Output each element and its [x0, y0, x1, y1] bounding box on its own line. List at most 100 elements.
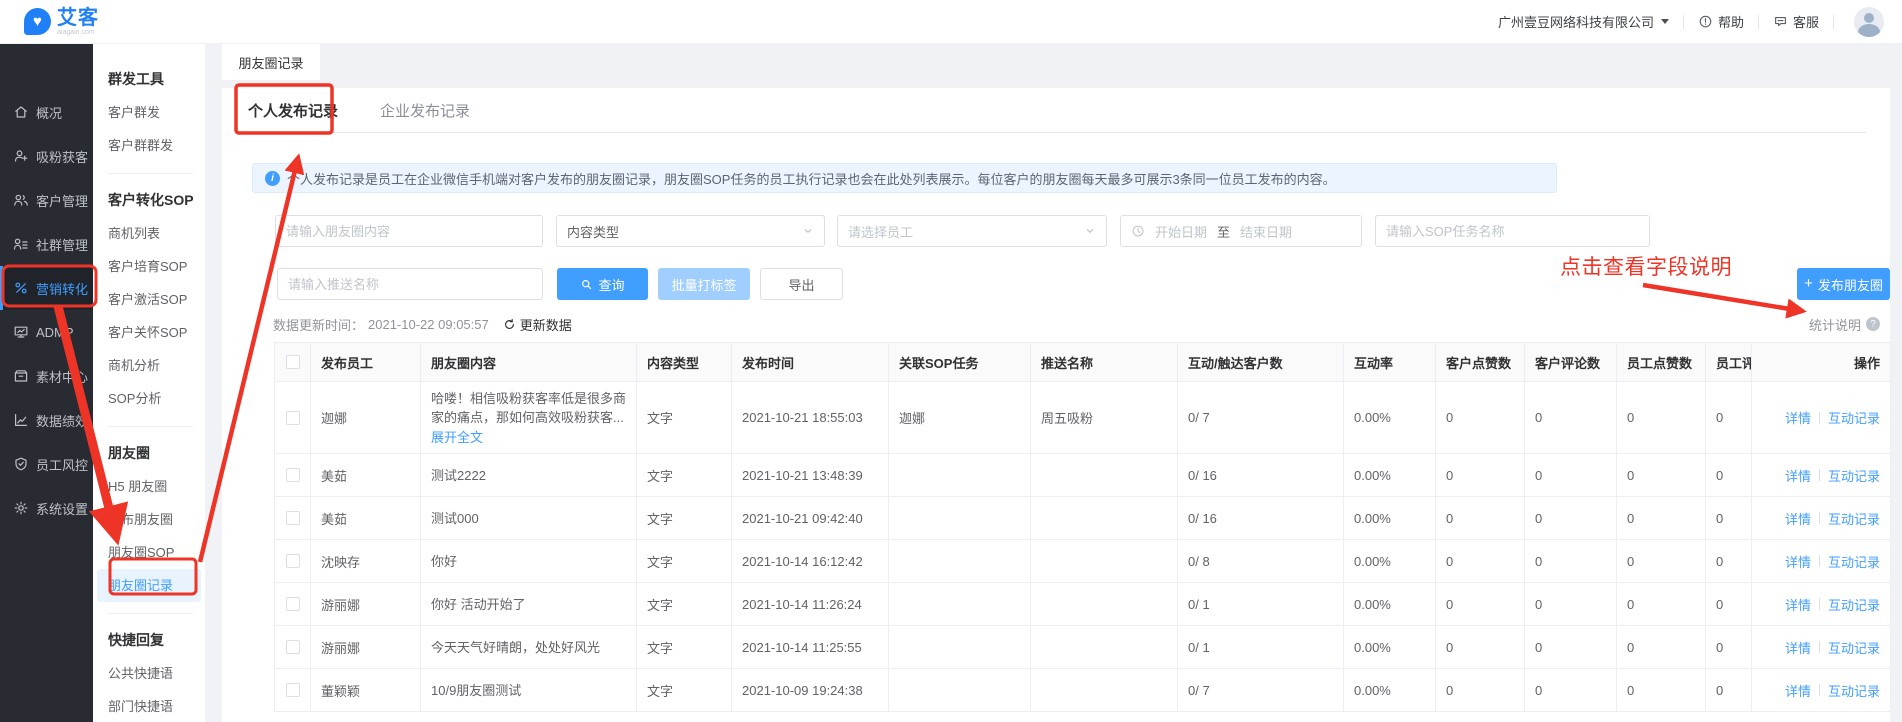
submenu-item-发布朋友圈[interactable]: 发布朋友圈 — [93, 503, 205, 536]
detail-link[interactable]: 详情 — [1785, 509, 1811, 528]
sop-task-input[interactable] — [1386, 224, 1639, 239]
sidebar-item-概况[interactable]: 概况 — [0, 90, 93, 134]
employee-select[interactable]: 请选择员工 — [837, 215, 1107, 247]
date-range-picker[interactable]: 开始日期 至 结束日期 — [1120, 215, 1362, 247]
detail-link[interactable]: 详情 — [1785, 638, 1811, 657]
search-button[interactable]: 查询 — [557, 268, 648, 300]
cell-reach: 0/ 16 — [1178, 454, 1344, 497]
sidebar-item-员工风控[interactable]: 员工风控 — [0, 442, 93, 486]
submenu-item-客户激活SOP[interactable]: 客户激活SOP — [93, 283, 205, 316]
cell-sop — [889, 497, 1031, 540]
submenu-item-客户群群发[interactable]: 客户群群发 — [93, 129, 205, 162]
sidebar-item-社群管理[interactable]: 社群管理 — [0, 222, 93, 266]
shield-icon — [13, 456, 29, 472]
link-divider — [1819, 555, 1820, 567]
content-card: 个人发布记录 企业发布记录 i 个人发布记录是员工在企业微信手机端对客户发布的朋… — [222, 88, 1890, 722]
submenu-item-朋友圈SOP[interactable]: 朋友圈SOP — [93, 536, 205, 569]
submenu-item-部门快捷语[interactable]: 部门快捷语 — [93, 690, 205, 722]
interaction-record-link[interactable]: 互动记录 — [1828, 466, 1880, 485]
cell-emp_likes: 0 — [1617, 626, 1706, 669]
submenu-item-公共快捷语[interactable]: 公共快捷语 — [93, 657, 205, 690]
tab-personal-records[interactable]: 个人发布记录 — [248, 100, 338, 121]
publish-moment-label: 发布朋友圈 — [1818, 275, 1883, 294]
stats-explain-label: 统计说明 — [1809, 315, 1861, 334]
cell-emp_comments: 0 — [1706, 540, 1752, 583]
sidebar-item-营销转化[interactable]: 营销转化 — [0, 266, 93, 310]
cell-reach: 0/ 8 — [1178, 540, 1344, 583]
table-row: 美茹测试000文字2021-10-21 09:42:400/ 160.00%00… — [275, 497, 1891, 540]
select-all-checkbox[interactable] — [286, 355, 300, 369]
submenu-item-H5 朋友圈[interactable]: H5 朋友圈 — [93, 470, 205, 503]
column-header-cust_likes: 客户点赞数 — [1436, 343, 1525, 382]
row-checkbox[interactable] — [286, 554, 300, 568]
detail-link[interactable]: 详情 — [1785, 552, 1811, 571]
service-link[interactable]: 客服 — [1773, 12, 1819, 31]
row-checkbox[interactable] — [286, 468, 300, 482]
cell-push — [1031, 454, 1178, 497]
cell-cust_likes: 0 — [1436, 497, 1525, 540]
row-checkbox[interactable] — [286, 640, 300, 654]
submenu-item-客户关怀SOP[interactable]: 客户关怀SOP — [93, 316, 205, 349]
column-header-reach: 互动/触达客户数 — [1178, 343, 1344, 382]
tab-enterprise-records[interactable]: 企业发布记录 — [380, 100, 470, 121]
interaction-record-link[interactable]: 互动记录 — [1828, 681, 1880, 700]
cell-sop: 迦娜 — [889, 382, 1031, 454]
submenu-item-客户群发[interactable]: 客户群发 — [93, 96, 205, 129]
detail-link[interactable]: 详情 — [1785, 466, 1811, 485]
cell-type: 文字 — [637, 540, 732, 583]
row-checkbox[interactable] — [286, 683, 300, 697]
cell-reach: 0/ 1 — [1178, 583, 1344, 626]
sidebar-item-ADMP[interactable]: ADMP — [0, 310, 93, 354]
cell-time: 2021-10-21 09:42:40 — [732, 497, 889, 540]
expand-full-text-link[interactable]: 展开全文 — [431, 428, 483, 447]
content-type-select[interactable]: 内容类型 — [556, 215, 825, 247]
help-link[interactable]: 帮助 — [1698, 12, 1744, 31]
interaction-record-link[interactable]: 互动记录 — [1828, 595, 1880, 614]
help-circle-icon — [1698, 14, 1713, 29]
secondary-sidebar: 群发工具客户群发客户群群发客户转化SOP商机列表客户培育SOP客户激活SOP客户… — [93, 44, 205, 722]
export-button[interactable]: 导出 — [760, 268, 843, 300]
user-avatar[interactable] — [1854, 7, 1884, 37]
interaction-record-link[interactable]: 互动记录 — [1828, 638, 1880, 657]
cell-time: 2021-10-21 18:55:03 — [732, 382, 889, 454]
sidebar-item-客户管理[interactable]: 客户管理 — [0, 178, 93, 222]
batch-tag-button[interactable]: 批量打标签 — [658, 268, 750, 300]
cell-cust_likes: 0 — [1436, 583, 1525, 626]
row-checkbox[interactable] — [286, 411, 300, 425]
cell-action: 详情互动记录 — [1752, 382, 1891, 454]
sop-task-input-wrap — [1375, 215, 1650, 247]
submenu-item-朋友圈记录[interactable]: 朋友圈记录 — [97, 569, 201, 602]
sidebar-item-系统设置[interactable]: 系统设置 — [0, 486, 93, 530]
interaction-record-link[interactable]: 互动记录 — [1828, 509, 1880, 528]
detail-link[interactable]: 详情 — [1785, 595, 1811, 614]
submenu-group-title: 快捷回复 — [93, 625, 205, 655]
submenu-group-title: 朋友圈 — [93, 438, 205, 468]
moment-content-input[interactable] — [286, 224, 532, 239]
sidebar-item-数据绩效[interactable]: 数据绩效 — [0, 398, 93, 442]
table-row: 美茹测试2222文字2021-10-21 13:48:390/ 160.00%0… — [275, 454, 1891, 497]
row-checkbox[interactable] — [286, 597, 300, 611]
stats-explain-link[interactable]: 统计说明 ? — [1809, 314, 1880, 334]
interaction-record-link[interactable]: 互动记录 — [1828, 552, 1880, 571]
cell-type: 文字 — [637, 669, 732, 712]
page-tab-moments-record[interactable]: 朋友圈记录 — [222, 44, 320, 80]
submenu-item-SOP分析[interactable]: SOP分析 — [93, 382, 205, 415]
sidebar-item-吸粉获客[interactable]: 吸粉获客 — [0, 134, 93, 178]
date-to-label: 至 — [1217, 222, 1230, 241]
submenu-item-商机分析[interactable]: 商机分析 — [93, 349, 205, 382]
submenu-item-客户培育SOP[interactable]: 客户培育SOP — [93, 250, 205, 283]
detail-link[interactable]: 详情 — [1785, 408, 1811, 427]
sidebar-item-素材中心[interactable]: 素材中心 — [0, 354, 93, 398]
cell-content: 你好 — [421, 540, 637, 583]
row-checkbox[interactable] — [286, 511, 300, 525]
refresh-data-link[interactable]: 更新数据 — [503, 315, 572, 334]
link-divider — [1819, 469, 1820, 481]
push-name-input[interactable] — [288, 277, 532, 292]
publish-moment-button[interactable]: + 发布朋友圈 — [1797, 268, 1890, 300]
company-dropdown[interactable]: 广州壹豆网络科技有限公司 — [1498, 12, 1669, 31]
interaction-record-link[interactable]: 互动记录 — [1828, 408, 1880, 427]
divider — [1683, 15, 1684, 29]
detail-link[interactable]: 详情 — [1785, 681, 1811, 700]
submenu-item-商机列表[interactable]: 商机列表 — [93, 217, 205, 250]
caret-down-icon — [1661, 19, 1669, 24]
